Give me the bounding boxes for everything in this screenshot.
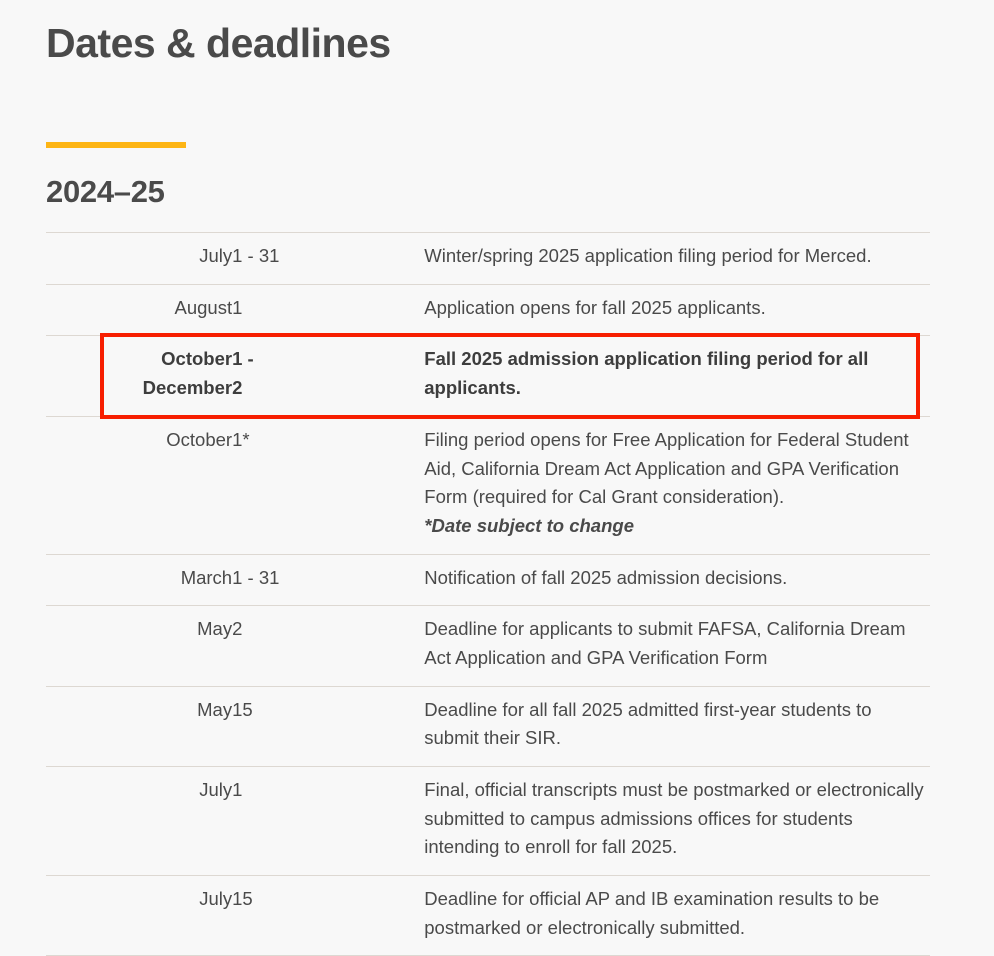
cell-day: 1*: [232, 428, 250, 450]
cell-month: July: [199, 245, 233, 267]
deadlines-table-body: July 1 - 31 Winter/spring 2025 application…: [46, 232, 930, 956]
description-text: Filing period opens for Free Application…: [424, 428, 909, 508]
description-text: Deadline for official AP and IB examinat…: [424, 887, 880, 938]
cell-description: Winter/spring 2025 application filing pe…: [424, 233, 930, 285]
description-text: Deadline for applicants to submit FAFSA,…: [424, 618, 906, 668]
table-row: March 1 - 31 Notification of fall 2025 adm…: [46, 554, 930, 606]
cell-month: August: [174, 296, 233, 318]
cell-day: 15: [232, 698, 253, 720]
cell-description: Notification of fall 2025 admission deci…: [424, 554, 930, 606]
cell-description: Fall 2025 admission application filing p…: [424, 336, 930, 416]
cell-description: Filing period opens for Free Application…: [424, 416, 930, 554]
description-text: Fall 2025 admission application filing p…: [424, 348, 869, 399]
cell-month: July: [199, 887, 233, 909]
description-text: Deadline for all fall 2025 admitted firs…: [424, 698, 872, 749]
dates-deadlines-page: Dates & deadlines 2024–25 July 1 - 31 Wint…: [0, 0, 994, 956]
cell-description: Deadline for applicants to submit FAFSA,…: [424, 606, 930, 686]
table-row: July 1 Final, official transcripts must be…: [46, 766, 930, 875]
cell-day: 1 -2: [232, 348, 254, 399]
table-row: October December 1 -2 Fall 2025 admission a…: [46, 335, 930, 416]
cell-month: October: [166, 428, 233, 450]
cell-description: Deadline for official AP and IB examinat…: [424, 875, 930, 955]
cell-day: 1: [232, 296, 243, 318]
cell-day: 1 - 31: [232, 566, 280, 588]
description-text: Winter/spring 2025 application filing pe…: [424, 245, 872, 267]
cell-month: October December: [142, 348, 233, 399]
table-row: May 2 Deadline for applicants to submit FA…: [46, 605, 930, 686]
cell-description: Final, official transcripts must be post…: [424, 766, 930, 875]
cell-description: Application opens for fall 2025 applican…: [424, 284, 930, 336]
cell-day: 15: [232, 887, 253, 909]
cell-day: 1: [232, 778, 243, 800]
description-text: Notification of fall 2025 admission deci…: [424, 566, 788, 588]
table-row: October 1* Filing period opens for Free Ap…: [46, 416, 930, 554]
cell-day: 1 - 31: [232, 245, 280, 267]
cell-month: July: [199, 778, 233, 800]
description-text: Application opens for fall 2025 applican…: [424, 296, 766, 318]
description-footnote: *Date subject to change: [424, 514, 634, 536]
cell-description: Deadline for all fall 2025 admitted firs…: [424, 686, 930, 766]
cell-month: May: [197, 618, 233, 640]
page-title: Dates & deadlines: [46, 20, 391, 66]
table-row: July 15 Deadline for official AP and IB ex…: [46, 875, 930, 956]
description-text: Final, official transcripts must be post…: [424, 778, 924, 858]
table-row: July 1 - 31 Winter/spring 2025 application…: [46, 232, 930, 285]
deadlines-table: July 1 - 31 Winter/spring 2025 application…: [46, 232, 930, 956]
cell-month: March: [180, 566, 233, 588]
cell-month: May: [197, 698, 233, 720]
table-row: May 15 Deadline for all fall 2025 admitted…: [46, 686, 930, 766]
year-heading: 2024–25: [46, 174, 165, 210]
cell-day: 2: [232, 618, 243, 640]
table-row: August 1 Application opens for fall 2025 a…: [46, 284, 930, 336]
